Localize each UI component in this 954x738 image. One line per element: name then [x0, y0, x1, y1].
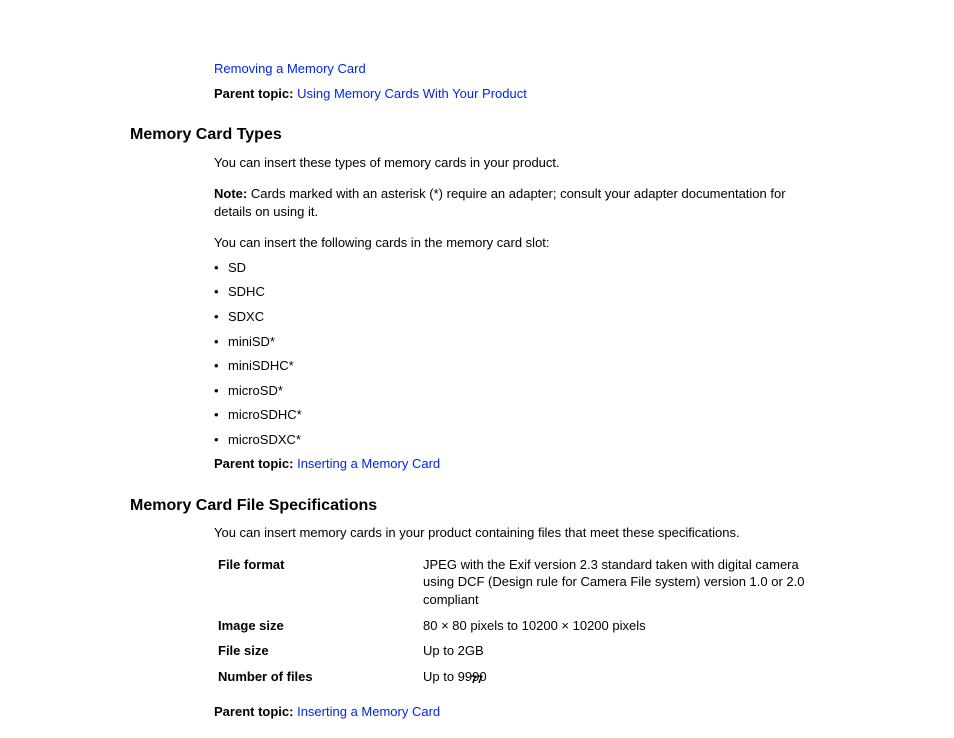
spec-value: 80 × 80 pixels to 10200 × 10200 pixels — [423, 617, 824, 635]
parent-topic-label: Parent topic: — [214, 704, 293, 719]
parent-topic-row-2: Parent topic: Inserting a Memory Card — [214, 455, 824, 473]
parent-topic-label: Parent topic: — [214, 456, 293, 471]
section1-intro: You can insert these types of memory car… — [214, 154, 824, 172]
spec-value: Up to 2GB — [423, 642, 824, 660]
list-item: microSD* — [214, 382, 824, 400]
table-row: File size Up to 2GB — [214, 642, 824, 660]
list-item: SDHC — [214, 283, 824, 301]
heading-memory-card-types: Memory Card Types — [130, 124, 824, 146]
list-item: SD — [214, 259, 824, 277]
top-link-row: Removing a Memory Card — [214, 60, 824, 78]
spec-label: File format — [218, 556, 423, 609]
document-page: Removing a Memory Card Parent topic: Usi… — [0, 0, 954, 721]
section1-note: Note: Cards marked with an asterisk (*) … — [214, 185, 824, 220]
heading-file-specs: Memory Card File Specifications — [130, 495, 824, 517]
parent-topic-label: Parent topic: — [214, 86, 293, 101]
parent-topic-link-2[interactable]: Inserting a Memory Card — [297, 456, 440, 471]
parent-topic-row-1: Parent topic: Using Memory Cards With Yo… — [214, 85, 824, 103]
spec-label: File size — [218, 642, 423, 660]
list-item: microSDXC* — [214, 431, 824, 449]
parent-topic-link-1[interactable]: Using Memory Cards With Your Product — [297, 86, 527, 101]
table-row: File format JPEG with the Exif version 2… — [214, 556, 824, 609]
list-item: miniSD* — [214, 333, 824, 351]
slot-intro: You can insert the following cards in th… — [214, 234, 824, 252]
note-label: Note: — [214, 186, 247, 201]
spec-label: Image size — [218, 617, 423, 635]
table-row: Image size 80 × 80 pixels to 10200 × 102… — [214, 617, 824, 635]
removing-card-link[interactable]: Removing a Memory Card — [214, 61, 366, 76]
section2-intro: You can insert memory cards in your prod… — [214, 524, 824, 542]
parent-topic-link-3[interactable]: Inserting a Memory Card — [297, 704, 440, 719]
spec-value: JPEG with the Exif version 2.3 standard … — [423, 556, 824, 609]
list-item: miniSDHC* — [214, 357, 824, 375]
parent-topic-row-3: Parent topic: Inserting a Memory Card — [214, 703, 824, 721]
page-number: 77 — [0, 673, 954, 688]
note-text: Cards marked with an asterisk (*) requir… — [214, 186, 786, 219]
list-item: SDXC — [214, 308, 824, 326]
spec-table: File format JPEG with the Exif version 2… — [214, 556, 824, 685]
card-list: SD SDHC SDXC miniSD* miniSDHC* microSD* … — [214, 259, 824, 448]
list-item: microSDHC* — [214, 406, 824, 424]
